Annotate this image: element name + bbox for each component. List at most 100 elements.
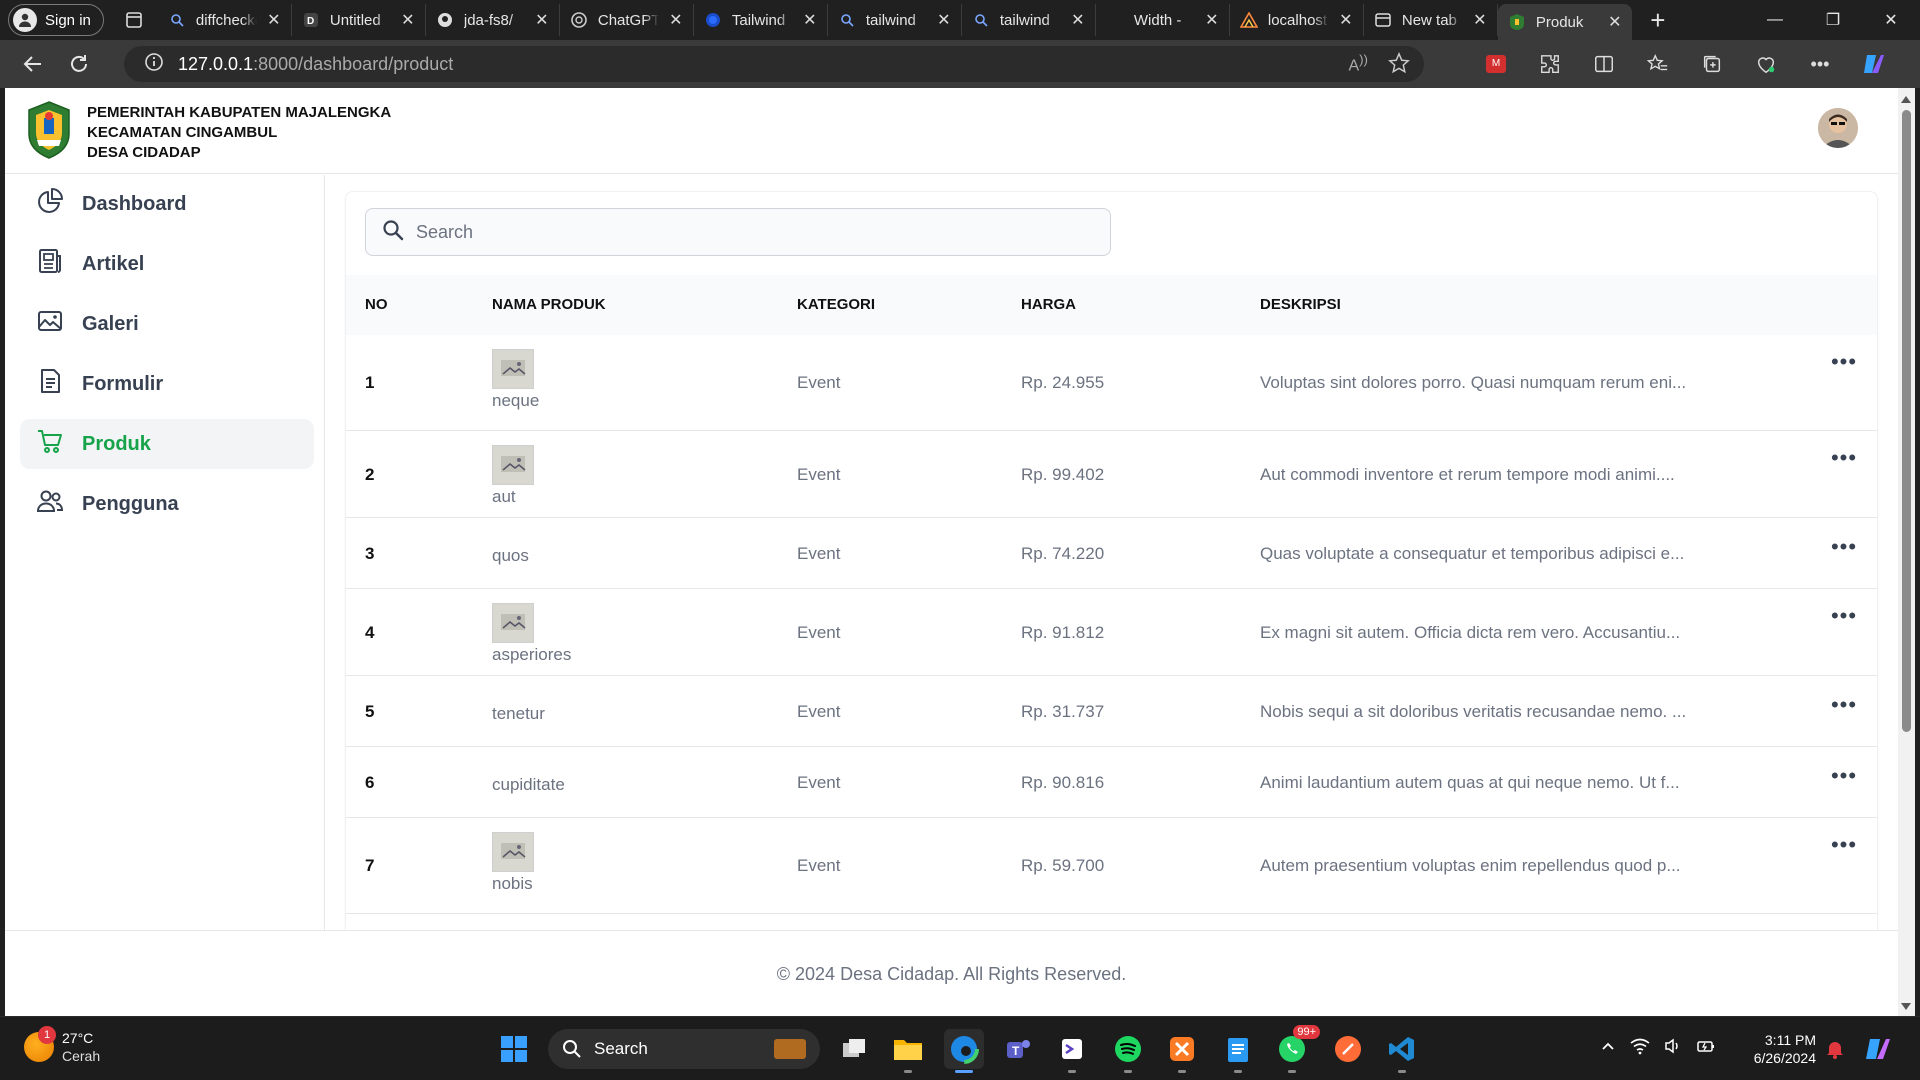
tab-actions-icon[interactable]	[114, 4, 154, 36]
user-avatar[interactable]	[1818, 108, 1858, 148]
edge-icon[interactable]	[944, 1029, 984, 1073]
search-box[interactable]	[365, 208, 1111, 256]
scroll-up-arrow-icon[interactable]	[1901, 96, 1911, 103]
row-actions-more-icon[interactable]: •••	[1830, 692, 1858, 718]
read-aloud-icon[interactable]: A))	[1348, 52, 1368, 79]
site-info-icon[interactable]	[144, 52, 164, 77]
browser-tab[interactable]: tailwind ✕	[962, 4, 1096, 36]
settings-more-icon[interactable]: •••	[1804, 46, 1836, 82]
scroll-down-arrow-icon[interactable]	[1901, 1003, 1911, 1010]
column-header-deskripsi[interactable]: DESKRIPSI	[1260, 275, 1341, 335]
browser-tab[interactable]: localhost ✕	[1230, 4, 1364, 36]
browser-tab[interactable]: Tailwind ✕	[694, 4, 828, 36]
browser-tab[interactable]: jda-fs8/ ✕	[426, 4, 560, 36]
close-window-button[interactable]: ✕	[1862, 0, 1920, 40]
profile-button[interactable]: Sign in	[8, 4, 104, 36]
refresh-button[interactable]	[56, 46, 102, 82]
notepad-icon[interactable]	[1218, 1029, 1258, 1073]
table-row[interactable]: 7 nobis Event Rp. 59.700 Autem praesentium v…	[346, 818, 1877, 914]
collections-icon[interactable]	[1696, 46, 1728, 82]
sidebar-item-produk[interactable]: Produk	[20, 419, 314, 469]
table-row[interactable]: 1 neque Event Rp. 24.955 Voluptas sint dolor…	[346, 335, 1877, 431]
back-button[interactable]	[10, 46, 56, 82]
copilot-icon[interactable]	[1858, 46, 1890, 82]
vscode-icon[interactable]	[1382, 1029, 1422, 1073]
close-tab-icon[interactable]: ✕	[535, 10, 549, 30]
favorite-star-icon[interactable]	[1388, 51, 1410, 79]
show-hidden-icons-icon[interactable]	[1600, 1038, 1616, 1059]
product-thumbnail[interactable]	[492, 445, 534, 485]
close-tab-icon[interactable]: ✕	[1339, 10, 1353, 30]
close-tab-icon[interactable]: ✕	[1473, 10, 1487, 30]
clock-date: 6/26/2024	[1753, 1050, 1816, 1066]
page-scrollbar[interactable]	[1898, 88, 1915, 1016]
spotify-icon[interactable]	[1108, 1029, 1148, 1073]
table-row[interactable]: 6 cupiditate Event Rp. 90.816 Animi laudanti…	[346, 747, 1877, 818]
browser-tab[interactable]: tailwind ✕	[828, 4, 962, 36]
teams-icon[interactable]: T	[998, 1029, 1038, 1069]
product-thumbnail[interactable]	[492, 832, 534, 872]
xampp-icon[interactable]	[1162, 1029, 1202, 1073]
minimize-button[interactable]: —	[1746, 0, 1804, 40]
dev-app-icon[interactable]	[1052, 1029, 1092, 1073]
close-tab-icon[interactable]: ✕	[401, 10, 415, 30]
product-thumbnail[interactable]	[492, 349, 534, 389]
browser-tab[interactable]: Width - ✕	[1096, 4, 1230, 36]
volume-icon[interactable]	[1664, 1037, 1682, 1060]
browser-tab[interactable]: ChatGPT ✕	[560, 4, 694, 36]
browser-tab[interactable]: New tab ✕	[1364, 4, 1498, 36]
windows-copilot-icon[interactable]	[1864, 1035, 1892, 1068]
row-actions-more-icon[interactable]: •••	[1830, 832, 1858, 858]
start-button[interactable]	[500, 1035, 528, 1068]
restore-button[interactable]: ❐	[1804, 0, 1862, 40]
close-tab-icon[interactable]: ✕	[1608, 12, 1622, 32]
close-tab-icon[interactable]: ✕	[1205, 10, 1219, 30]
scrollbar-thumb[interactable]	[1902, 110, 1911, 732]
task-view-icon[interactable]	[834, 1029, 874, 1069]
column-header-kategori[interactable]: KATEGORI	[797, 275, 875, 335]
postman-icon[interactable]	[1328, 1029, 1368, 1069]
battery-icon[interactable]	[1696, 1037, 1716, 1060]
close-tab-icon[interactable]: ✕	[669, 10, 683, 30]
close-tab-icon[interactable]: ✕	[1071, 10, 1085, 30]
file-explorer-icon[interactable]	[888, 1029, 928, 1073]
sidebar-item-artikel[interactable]: Artikel	[20, 239, 314, 289]
weather-widget[interactable]: 1 27°C Cerah	[24, 1026, 100, 1065]
sidebar-item-formulir[interactable]: Formulir	[20, 359, 314, 409]
table-row[interactable]: 3 quos Event Rp. 74.220 Quas voluptate a con…	[346, 518, 1877, 589]
extensions-puzzle-icon[interactable]	[1534, 46, 1566, 82]
row-actions-more-icon[interactable]: •••	[1830, 603, 1858, 629]
column-header-no[interactable]: NO	[365, 275, 388, 335]
extension-mendeley-icon[interactable]: M	[1480, 46, 1512, 82]
whatsapp-icon[interactable]: 99+	[1272, 1025, 1320, 1073]
split-screen-icon[interactable]	[1588, 46, 1620, 82]
row-actions-more-icon[interactable]: •••	[1830, 534, 1858, 560]
row-actions-more-icon[interactable]: •••	[1830, 445, 1858, 471]
table-row[interactable]: 2 aut Event Rp. 99.402 Aut commodi inventore…	[346, 431, 1877, 518]
column-header-nama-produk[interactable]: NAMA PRODUK	[492, 275, 606, 335]
browser-essentials-icon[interactable]	[1750, 46, 1782, 82]
browser-tab[interactable]: D Untitled ✕	[292, 4, 426, 36]
close-tab-icon[interactable]: ✕	[803, 10, 817, 30]
product-thumbnail[interactable]	[492, 603, 534, 643]
row-actions-more-icon[interactable]: •••	[1830, 763, 1858, 789]
column-header-harga[interactable]: HARGA	[1021, 275, 1076, 335]
notification-bell-icon[interactable]	[1826, 1039, 1844, 1064]
favorites-icon[interactable]	[1642, 46, 1674, 82]
browser-tab[interactable]: diffchecker ✕	[158, 4, 292, 36]
taskbar-search[interactable]: Search	[548, 1029, 820, 1069]
table-row[interactable]: 4 asperiores Event Rp. 91.812 Ex magni sit a…	[346, 589, 1877, 676]
new-tab-button[interactable]: +	[1638, 4, 1678, 36]
close-tab-icon[interactable]: ✕	[937, 10, 951, 30]
sidebar-item-dashboard[interactable]: Dashboard	[20, 179, 314, 229]
wifi-icon[interactable]	[1630, 1037, 1650, 1060]
close-tab-icon[interactable]: ✕	[267, 10, 281, 30]
sidebar-item-galeri[interactable]: Galeri	[20, 299, 314, 349]
sidebar-item-pengguna[interactable]: Pengguna	[20, 479, 314, 529]
table-row[interactable]: 5 tenetur Event Rp. 31.737 Nobis sequi a sit…	[346, 676, 1877, 747]
url-field[interactable]: 127.0.0.1:8000/dashboard/product A))	[124, 46, 1424, 82]
system-clock[interactable]: 3:11 PM 6/26/2024	[1748, 1031, 1816, 1067]
row-actions-more-icon[interactable]: •••	[1830, 349, 1858, 375]
search-input[interactable]	[416, 221, 1066, 243]
browser-tab[interactable]: Produk ✕	[1497, 4, 1632, 40]
